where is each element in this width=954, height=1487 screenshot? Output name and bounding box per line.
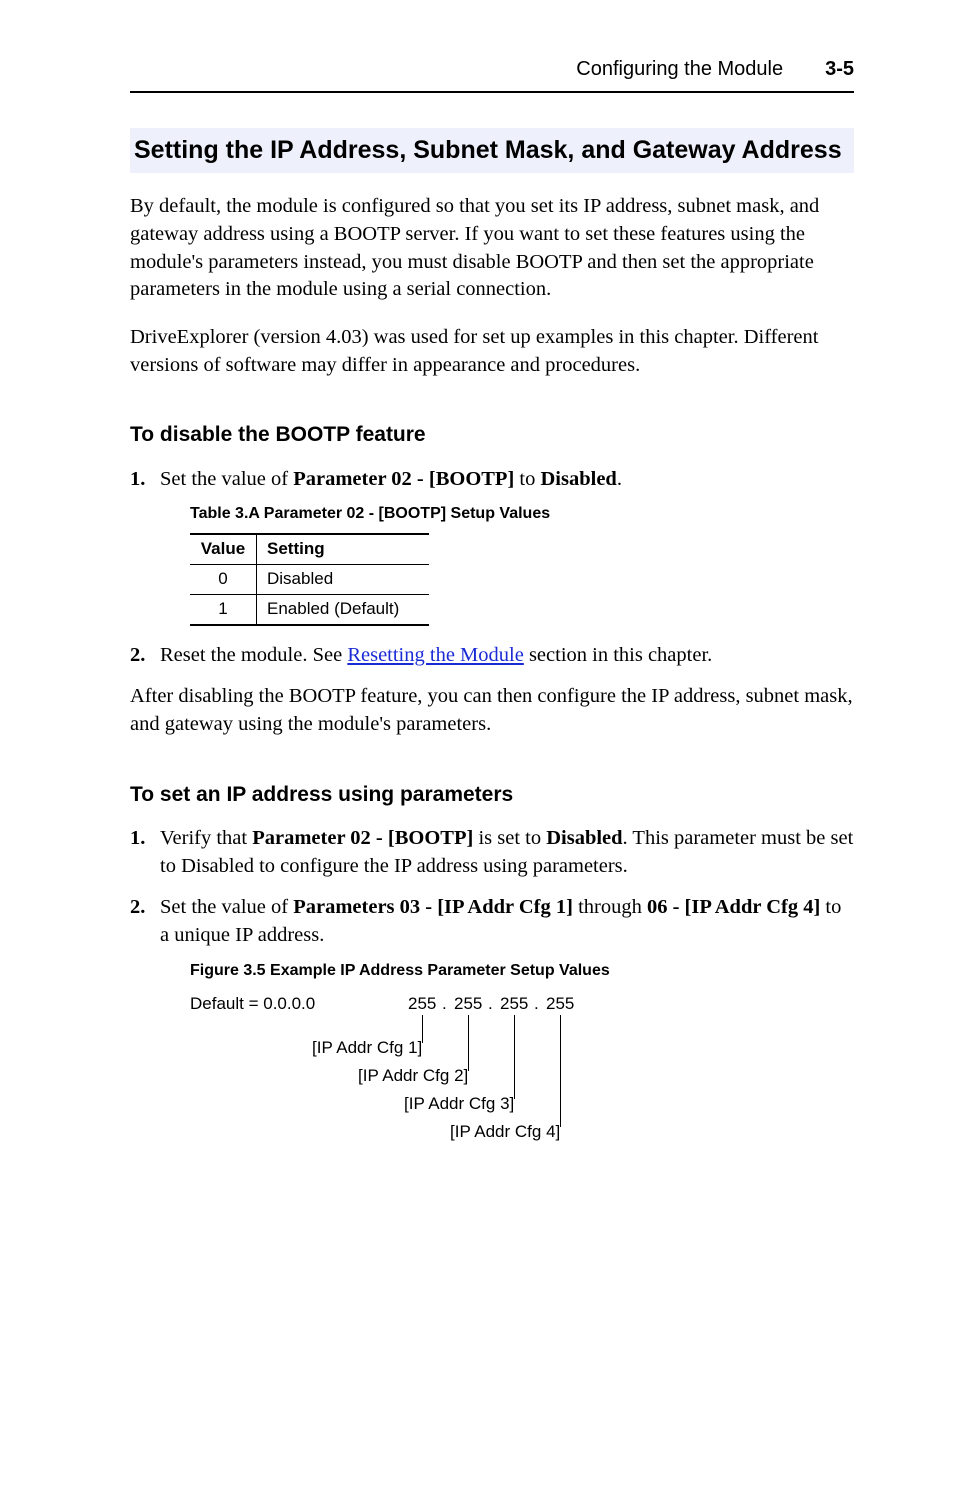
section-paragraph-2: DriveExplorer (version 4.03) was used fo… <box>130 324 854 379</box>
cross-reference-link[interactable]: Resetting the Module <box>347 644 524 666</box>
parameter-value: Disabled <box>546 827 622 849</box>
disable-bootp-step-2: 2. Reset the module. See Resetting the M… <box>130 642 854 670</box>
step-number: 1. <box>130 825 145 853</box>
ip-cfg-label-2: [IP Addr Cfg 2] <box>358 1065 468 1088</box>
running-header: Configuring the Module 3-5 <box>130 56 854 93</box>
ip-address-diagram: Default = 0.0.0.0 255 . 255 . 255 . 255 … <box>190 993 854 1168</box>
table-row: 1 Enabled (Default) <box>190 594 429 624</box>
step-text-part: Reset the module. See <box>160 644 347 666</box>
ip-cfg-label-3: [IP Addr Cfg 3] <box>404 1093 514 1116</box>
step-number: 1. <box>130 466 145 494</box>
ip-dot: . <box>442 993 447 1016</box>
ip-dot: . <box>488 993 493 1016</box>
parameter-name: Parameter 02 - [BOOTP] <box>293 468 514 490</box>
bootp-setup-table: Value Setting 0 Disabled 1 Enabled (Defa… <box>190 533 429 626</box>
ip-octet-4: 255 <box>546 993 574 1016</box>
after-disable-paragraph: After disabling the BOOTP feature, you c… <box>130 683 854 738</box>
section-heading: Setting the IP Address, Subnet Mask, and… <box>130 128 854 173</box>
diagram-connector-line <box>560 1015 561 1127</box>
diagram-connector-line <box>468 1015 469 1071</box>
step-text-part: Set the value of <box>160 896 293 918</box>
diagram-connector-line <box>514 1015 515 1099</box>
set-ip-step-1: 1. Verify that Parameter 02 - [BOOTP] is… <box>130 825 854 880</box>
ip-octet-1: 255 <box>408 993 436 1016</box>
parameter-name: Parameter 02 - [BOOTP] <box>252 827 473 849</box>
parameter-name: 06 - [IP Addr Cfg 4] <box>647 896 820 918</box>
parameter-value: Disabled <box>541 468 617 490</box>
running-header-title: Configuring the Module <box>576 56 783 83</box>
ip-octet-2: 255 <box>454 993 482 1016</box>
step-number: 2. <box>130 642 145 670</box>
table-header-row: Value Setting <box>190 534 429 564</box>
table-caption: Table 3.A Parameter 02 - [BOOTP] Setup V… <box>190 503 854 525</box>
table-cell-setting: Enabled (Default) <box>257 594 430 624</box>
table-cell-value: 1 <box>190 594 257 624</box>
table-cell-value: 0 <box>190 564 257 594</box>
subheading-set-ip: To set an IP address using parameters <box>130 781 854 809</box>
step-text-part: . <box>617 468 622 490</box>
ip-cfg-label-4: [IP Addr Cfg 4] <box>450 1121 560 1144</box>
step-text-part: Verify that <box>160 827 252 849</box>
parameter-name: Parameters 03 - [IP Addr Cfg 1] <box>293 896 573 918</box>
step-text-part: section in this chapter. <box>524 644 712 666</box>
page-number: 3-5 <box>825 56 854 83</box>
disable-bootp-step-1: 1. Set the value of Parameter 02 - [BOOT… <box>130 466 854 626</box>
figure-caption: Figure 3.5 Example IP Address Parameter … <box>190 960 854 982</box>
table-header-setting: Setting <box>257 534 430 564</box>
step-text-part: through <box>573 896 647 918</box>
ip-octet-3: 255 <box>500 993 528 1016</box>
subheading-disable-bootp: To disable the BOOTP feature <box>130 421 854 449</box>
ip-cfg-label-1: [IP Addr Cfg 1] <box>312 1037 422 1060</box>
table-row: 0 Disabled <box>190 564 429 594</box>
set-ip-step-2: 2. Set the value of Parameters 03 - [IP … <box>130 894 854 1168</box>
default-label: Default = 0.0.0.0 <box>190 993 315 1016</box>
step-text-part: Set the value of <box>160 468 293 490</box>
section-paragraph-1: By default, the module is configured so … <box>130 193 854 304</box>
step-text-part: is set to <box>473 827 546 849</box>
ip-dot: . <box>534 993 539 1016</box>
step-number: 2. <box>130 894 145 922</box>
table-cell-setting: Disabled <box>257 564 430 594</box>
step-text-part: to <box>514 468 540 490</box>
table-header-value: Value <box>190 534 257 564</box>
